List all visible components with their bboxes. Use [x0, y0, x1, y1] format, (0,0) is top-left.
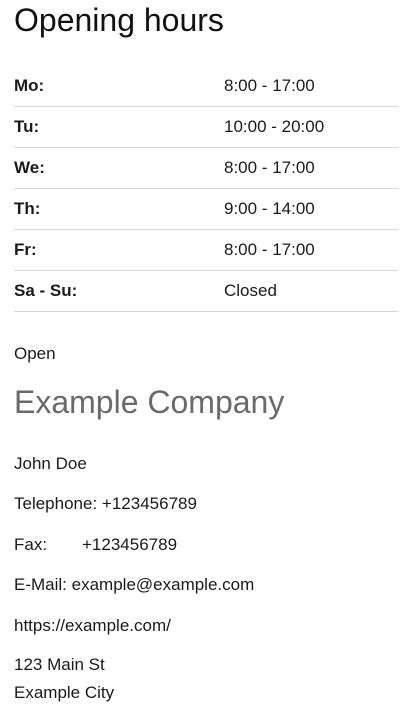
day-label: Th:	[14, 188, 224, 230]
telephone-line: Telephone: +123456789	[14, 493, 197, 515]
table-row: Mo: 8:00 - 17:00	[14, 66, 398, 107]
hours-value: 8:00 - 17:00	[224, 147, 398, 189]
company-name: Example Company	[14, 384, 285, 420]
telephone-label: Telephone:	[14, 494, 98, 513]
address-street: 123 Main St	[14, 655, 105, 674]
fax-value: +123456789	[82, 535, 178, 554]
table-row: Th: 9:00 - 14:00	[14, 188, 398, 230]
table-row: Tu: 10:00 - 20:00	[14, 106, 398, 148]
day-label: Sa - Su:	[14, 270, 224, 312]
open-status: Open	[14, 344, 56, 363]
fax-label: Fax:	[14, 535, 48, 554]
website-link[interactable]: https://example.com/	[14, 615, 171, 637]
email-label: E-Mail:	[14, 575, 67, 594]
hours-value: Closed	[224, 270, 398, 312]
hours-value: 8:00 - 17:00	[224, 66, 398, 107]
fax-line: Fax: +123456789	[14, 534, 177, 556]
contact-person: John Doe	[14, 454, 87, 473]
day-label: Mo:	[14, 66, 224, 107]
table-row: We: 8:00 - 17:00	[14, 147, 398, 189]
email-link[interactable]: example@example.com	[72, 575, 255, 594]
table-row: Fr: 8:00 - 17:00	[14, 229, 398, 271]
hours-value: 10:00 - 20:00	[224, 106, 398, 148]
opening-hours-table: Mo: 8:00 - 17:00 Tu: 10:00 - 20:00 We: 8…	[14, 66, 398, 312]
email-line: E-Mail: example@example.com	[14, 574, 254, 596]
day-label: We:	[14, 147, 224, 189]
hours-value: 8:00 - 17:00	[224, 229, 398, 271]
telephone-link[interactable]: +123456789	[102, 494, 197, 513]
day-label: Tu:	[14, 106, 224, 148]
hours-value: 9:00 - 14:00	[224, 188, 398, 230]
table-row: Sa - Su: Closed	[14, 270, 398, 312]
address-city: Example City	[14, 683, 115, 702]
page-title: Opening hours	[14, 2, 224, 38]
day-label: Fr:	[14, 229, 224, 271]
